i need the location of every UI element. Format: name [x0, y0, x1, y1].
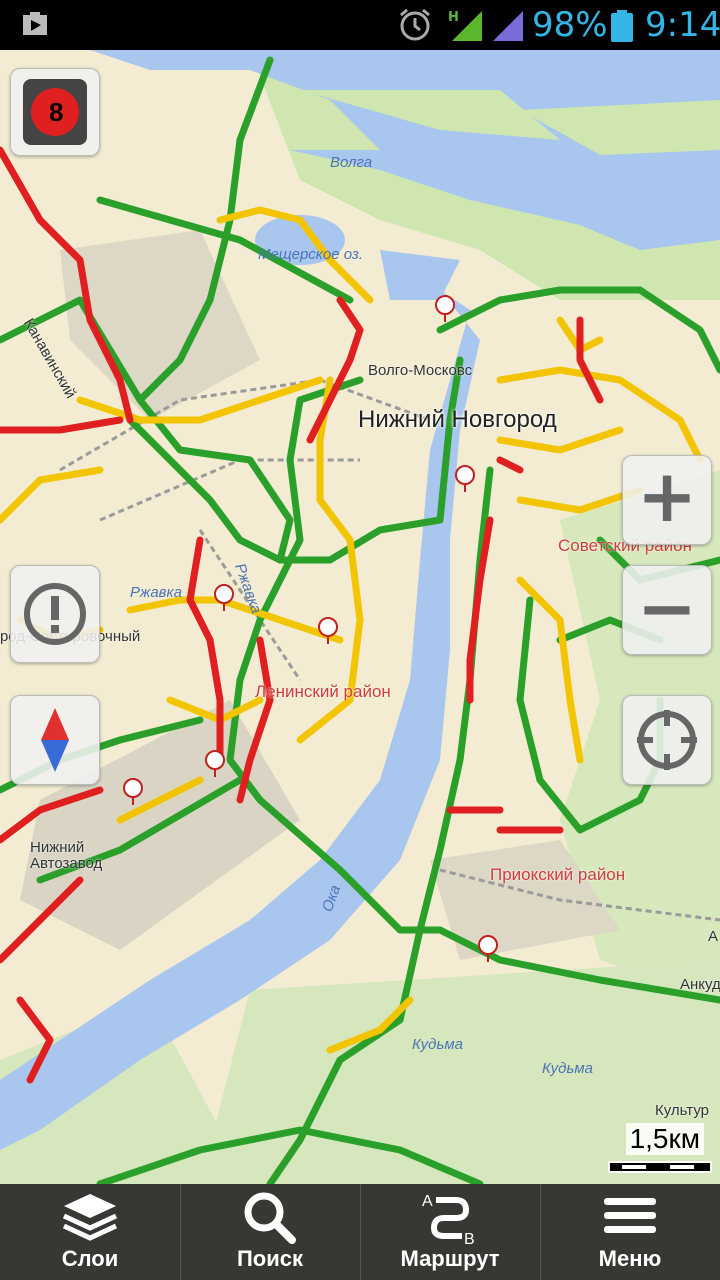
scale-line	[608, 1161, 712, 1173]
report-incident-button[interactable]	[10, 565, 100, 663]
route-label: Маршрут	[400, 1246, 500, 1271]
clock: 9:14	[645, 5, 720, 45]
map-view[interactable]: Волга Мещерское оз. Волго-Московс Нижний…	[0, 50, 720, 1184]
route-button[interactable]: A B Маршрут	[360, 1184, 540, 1280]
label-kudma-2: Кудьма	[542, 1060, 593, 1077]
location-target-icon	[637, 710, 697, 770]
layers-icon	[62, 1194, 118, 1241]
compass-button[interactable]	[10, 695, 100, 785]
zoom-out-button[interactable]: −	[622, 565, 712, 655]
label-a: А	[708, 928, 719, 945]
layers-button[interactable]: Слои	[0, 1184, 180, 1280]
menu-button[interactable]: Меню	[540, 1184, 720, 1280]
battery-percent: 98%	[532, 5, 608, 45]
signal-icon	[493, 11, 523, 41]
signal-h-icon: H	[448, 10, 482, 41]
bottom-nav: Слои Поиск A B Маршрут Меню	[0, 1184, 720, 1280]
exclamation-icon	[24, 583, 86, 645]
route-a-label: A	[422, 1193, 433, 1210]
route-icon: A B	[422, 1193, 475, 1246]
search-label: Поиск	[236, 1246, 304, 1271]
label-prioksky: Приокский район	[490, 865, 626, 884]
label-city-center: Нижний Новгород	[358, 406, 557, 433]
map-canvas[interactable]	[0, 50, 720, 1184]
search-button[interactable]: Поиск	[180, 1184, 360, 1280]
media-icon	[23, 12, 47, 35]
scale-bar: 1,5км	[606, 1123, 712, 1175]
compass-icon	[41, 708, 69, 772]
label-avtozavod: Нижний Автозавод	[30, 839, 103, 872]
label-kultura: Культур	[655, 1102, 710, 1119]
label-leninsky: Ленинский район	[255, 682, 391, 701]
menu-icon	[604, 1198, 656, 1233]
status-bar: H 98% 9:14	[0, 0, 720, 50]
layers-label: Слои	[61, 1246, 119, 1271]
label-strelka: Волго-Московс	[368, 362, 473, 379]
label-ankud: Анкуд	[680, 976, 720, 993]
minus-icon: −	[636, 566, 698, 650]
traffic-toggle-button[interactable]: 8	[10, 68, 100, 156]
scale-label: 1,5км	[625, 1123, 704, 1155]
menu-label: Меню	[598, 1246, 662, 1271]
traffic-level: 8	[49, 97, 64, 127]
route-b-label: B	[464, 1231, 475, 1246]
battery-icon	[611, 10, 633, 42]
plus-icon: +	[636, 454, 698, 538]
svg-text:H: H	[448, 10, 459, 25]
label-kudma-1: Кудьма	[412, 1036, 463, 1053]
alarm-icon	[400, 8, 430, 41]
search-icon	[244, 1192, 296, 1244]
label-volga: Волга	[330, 154, 373, 171]
zoom-in-button[interactable]: +	[622, 455, 712, 545]
label-rzhavka: Ржавка	[130, 584, 182, 601]
my-location-button[interactable]	[622, 695, 712, 785]
label-meshcherskoe: Мещерское оз.	[258, 246, 364, 263]
